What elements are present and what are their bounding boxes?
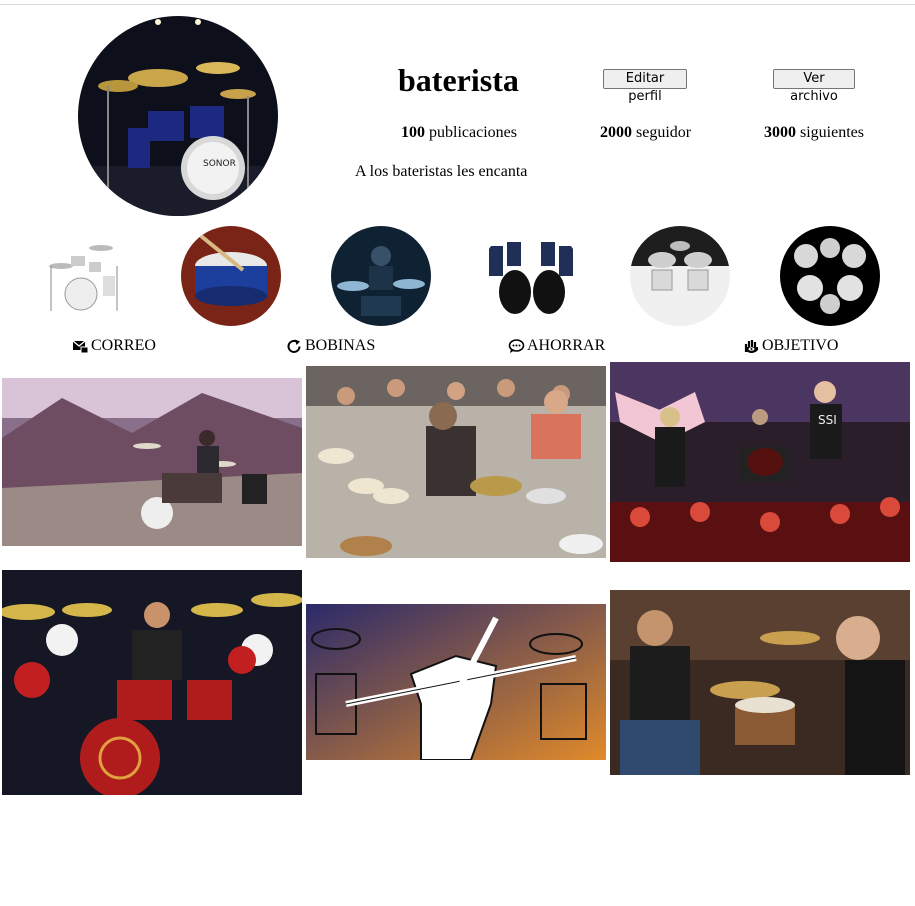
tab-ahorrar-label: AHORRAR <box>527 337 606 354</box>
post-1[interactable] <box>2 378 302 546</box>
refresh-icon <box>286 338 303 355</box>
tab-correo[interactable]: CORREO <box>72 335 156 357</box>
svg-text:SONOR: SONOR <box>203 159 236 169</box>
followers-label: seguidor <box>636 124 692 141</box>
post-5[interactable] <box>306 604 606 760</box>
tab-bobinas[interactable]: BOBINAS <box>286 335 375 357</box>
tab-bobinas-label: BOBINAS <box>305 337 376 354</box>
highlight-5[interactable] <box>630 226 730 326</box>
posts-label: publicaciones <box>429 124 517 141</box>
following-count: 3000 <box>764 124 796 141</box>
tab-objetivo-label: OBJETIVO <box>762 337 839 354</box>
highlight-3[interactable] <box>331 226 431 326</box>
posts-count: 100 <box>401 124 425 141</box>
profile-bio: A los bateristas les encanta <box>355 163 528 180</box>
highlight-6[interactable] <box>780 226 880 326</box>
post-2[interactable] <box>306 366 606 558</box>
view-archive-button[interactable]: Ver archivo <box>773 69 855 104</box>
posts-stat[interactable]: 100 publicaciones <box>401 122 517 144</box>
followers-stat[interactable]: 2000 seguidor <box>600 122 691 144</box>
mail-icon <box>72 338 89 355</box>
profile-avatar[interactable]: SONOR <box>78 16 278 216</box>
speech-bubble-icon <box>508 338 525 355</box>
top-divider <box>0 4 915 5</box>
svg-text:SSI: SSI <box>818 413 837 427</box>
highlight-2[interactable] <box>181 226 281 326</box>
tab-objetivo[interactable]: OBJETIVO <box>743 335 838 357</box>
tab-ahorrar[interactable]: AHORRAR <box>508 335 605 357</box>
highlight-4[interactable] <box>481 226 581 326</box>
post-6[interactable] <box>610 590 910 775</box>
tab-correo-label: CORREO <box>91 337 156 354</box>
post-3[interactable]: SSI <box>610 362 910 562</box>
followers-count: 2000 <box>600 124 632 141</box>
hand-eye-icon <box>743 338 760 355</box>
following-stat[interactable]: 3000 siguientes <box>764 122 864 144</box>
profile-username: baterista <box>398 62 519 98</box>
post-4[interactable] <box>2 570 302 795</box>
edit-profile-button[interactable]: Editar perfil <box>603 69 687 104</box>
following-label: siguientes <box>800 124 864 141</box>
highlight-1[interactable] <box>31 226 131 326</box>
